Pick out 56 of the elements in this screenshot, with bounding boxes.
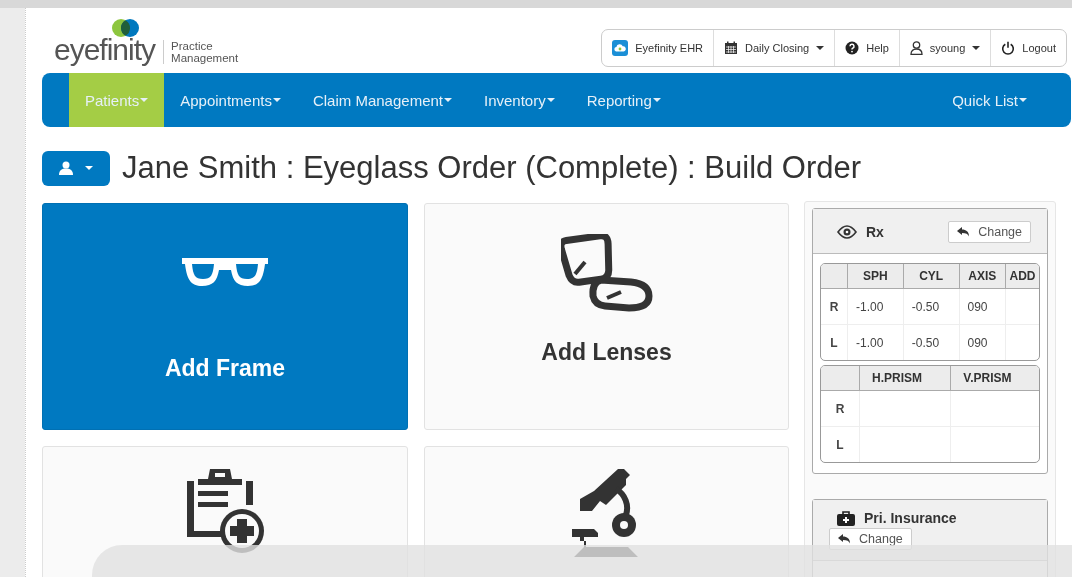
table-cell: -0.50 [902, 289, 959, 324]
top-link[interactable]: Daily Closing [713, 30, 835, 66]
column-header: AXIS [958, 264, 1006, 289]
nav-tab[interactable]: Appointments [164, 73, 297, 127]
brand-logo-text: eyefinity [54, 36, 156, 64]
column-header: V.PRISM [950, 366, 1039, 391]
undo-icon [957, 227, 970, 237]
caret-icon [140, 98, 149, 102]
page-title: Jane Smith : Eyeglass Order (Complete) : Build Order [122, 150, 862, 186]
nav-tab[interactable]: Inventory [468, 73, 571, 127]
panel-title: Rx [866, 224, 884, 240]
cloud-icon [612, 40, 629, 56]
lenses-icon [560, 234, 653, 312]
change-button[interactable]: Change [948, 221, 1031, 243]
table-cell: -0.50 [902, 324, 959, 360]
power-icon [1001, 41, 1016, 55]
patient-menu-button[interactable] [42, 150, 110, 186]
panel-title: Pri. Insurance [864, 510, 957, 526]
top-link[interactable]: Logout [990, 30, 1066, 66]
caret-icon [816, 46, 825, 50]
product-name: Practice Management [163, 40, 256, 64]
table-cell: -1.00 [847, 324, 903, 360]
eye-icon [837, 225, 857, 239]
caret-icon [652, 98, 661, 102]
eye-label: R [828, 298, 840, 316]
caret-icon [1019, 98, 1027, 102]
order-tile[interactable]: Add Lenses [424, 203, 789, 430]
order-tile[interactable]: Add Frame [42, 203, 408, 430]
table-cell: 090 [958, 324, 1006, 360]
table-cell: 090 [958, 289, 1006, 324]
caret-icon [546, 98, 555, 102]
eye-label: L [821, 324, 847, 360]
caret-icon [444, 98, 452, 102]
user-icon [59, 161, 73, 175]
logo-icon [111, 18, 141, 38]
top-link[interactable]: syoung [898, 30, 991, 66]
column-header: CYL [902, 264, 959, 289]
caret-icon [272, 98, 281, 102]
undo-icon [838, 534, 850, 544]
column-header: H.PRISM [859, 366, 951, 391]
calendar-icon [724, 41, 739, 55]
user-icon [909, 41, 923, 55]
medical-kit-icon [837, 510, 855, 526]
column-header: SPH [847, 264, 903, 289]
help-icon [845, 41, 860, 55]
top-link[interactable]: Eyefinity EHR [602, 30, 714, 66]
nav-tab[interactable]: Reporting [570, 73, 677, 127]
caret-icon [85, 166, 93, 170]
nav-tab[interactable]: Claim Management [296, 73, 468, 127]
caret-icon [972, 46, 981, 50]
table-cell: -1.00 [847, 289, 903, 324]
quick-list-menu[interactable]: Quick List [936, 73, 1071, 127]
eye-label: R [834, 400, 846, 418]
eye-label: L [821, 426, 859, 462]
top-link[interactable]: Help [834, 30, 899, 66]
column-header: ADD [1005, 264, 1039, 289]
